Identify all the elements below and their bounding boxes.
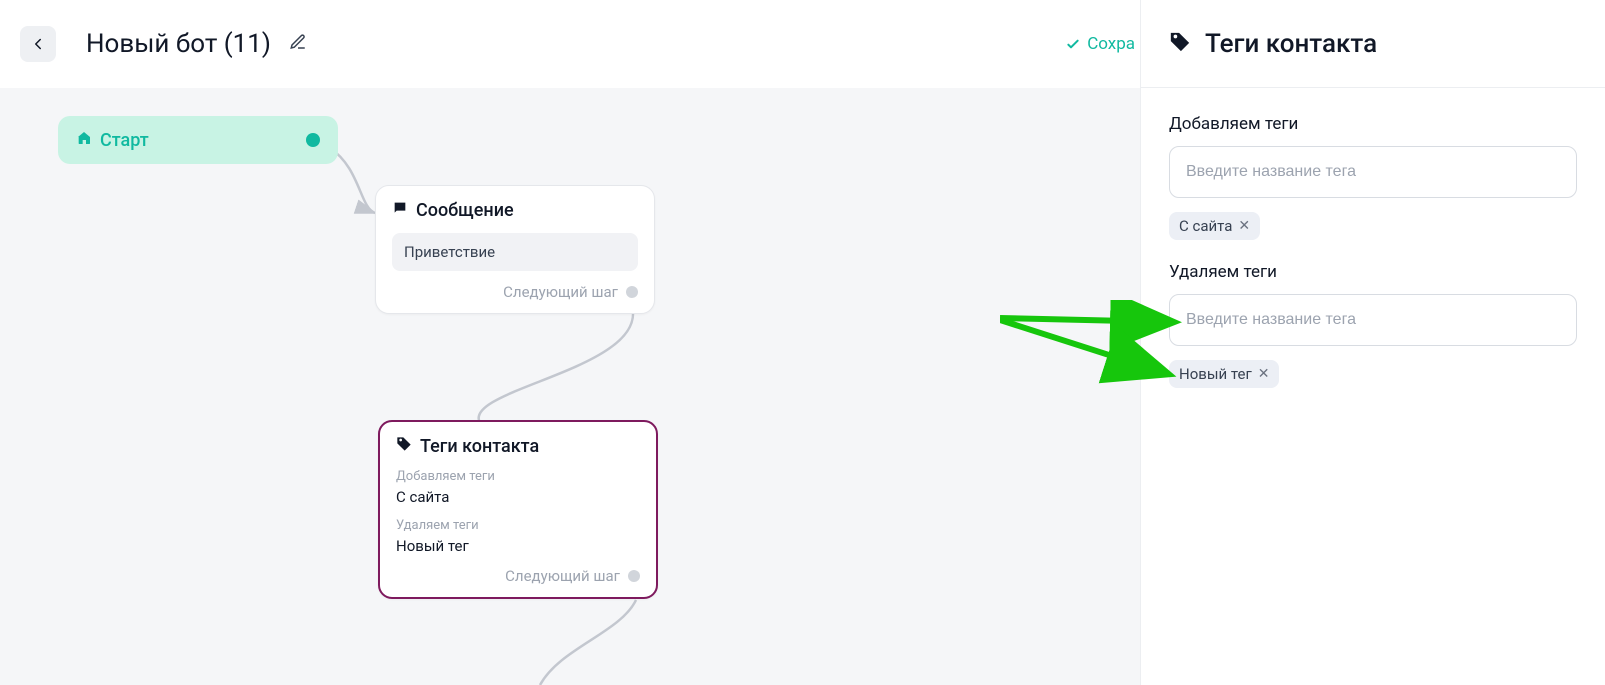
node-message-title: Сообщение [416,200,514,221]
message-icon [392,200,408,221]
node-tags-output-port[interactable] [628,570,640,582]
node-tags-next-row: Следующий шаг [396,567,640,585]
home-icon [76,130,92,151]
node-start[interactable]: Старт [58,116,338,164]
remove-tag-chip-label: Новый тег [1179,365,1252,383]
panel-title: Теги контакта [1205,29,1377,59]
remove-tags-label: Удаляем теги [1169,262,1577,282]
node-message-content[interactable]: Приветствие [392,233,638,271]
node-tags-remove-value: Новый тег [396,537,640,555]
bot-name[interactable]: Новый бот (11) [86,29,271,59]
arrow-left-icon [29,35,47,53]
remove-chip-icon[interactable]: ✕ [1258,366,1270,382]
node-tags-title: Теги контакта [420,436,539,457]
node-tags-title-row: Теги контакта [396,436,640,457]
add-tag-chip-label: С сайта [1179,217,1232,235]
node-tags-remove-label: Удаляем теги [396,518,640,533]
remove-tag-chip[interactable]: Новый тег ✕ [1169,360,1279,388]
edit-icon[interactable] [289,33,307,55]
next-step-label: Следующий шаг [503,283,618,301]
save-status-text: Сохра [1087,34,1135,54]
node-message-next-row: Следующий шаг [392,283,638,301]
add-tag-chip[interactable]: С сайта ✕ [1169,212,1260,240]
add-tags-label: Добавляем теги [1169,114,1577,134]
back-button[interactable] [20,26,56,62]
start-output-port[interactable] [306,133,320,147]
node-message-title-row: Сообщение [392,200,638,221]
panel-header: Теги контакта [1141,0,1605,88]
node-message-output-port[interactable] [626,286,638,298]
flow-canvas[interactable]: Старт Сообщение Приветствие Следующий ша… [0,88,1140,685]
panel-body: Добавляем теги С сайта ✕ Удаляем теги Но… [1141,88,1605,436]
node-tags-add-label: Добавляем теги [396,469,640,484]
node-message[interactable]: Сообщение Приветствие Следующий шаг [375,185,655,314]
node-tags[interactable]: Теги контакта Добавляем теги С сайта Уда… [378,420,658,599]
check-icon [1065,36,1081,52]
tag-icon [396,436,412,457]
side-panel: Теги контакта Добавляем теги С сайта ✕ У… [1140,0,1605,685]
tag-icon [1169,31,1191,57]
add-tag-input[interactable] [1169,146,1577,198]
save-status: Сохра [1065,34,1135,54]
remove-tag-input[interactable] [1169,294,1577,346]
next-step-label: Следующий шаг [505,567,620,585]
node-tags-add-value: С сайта [396,488,640,506]
node-start-label: Старт [100,130,149,151]
remove-chip-icon[interactable]: ✕ [1238,218,1250,234]
